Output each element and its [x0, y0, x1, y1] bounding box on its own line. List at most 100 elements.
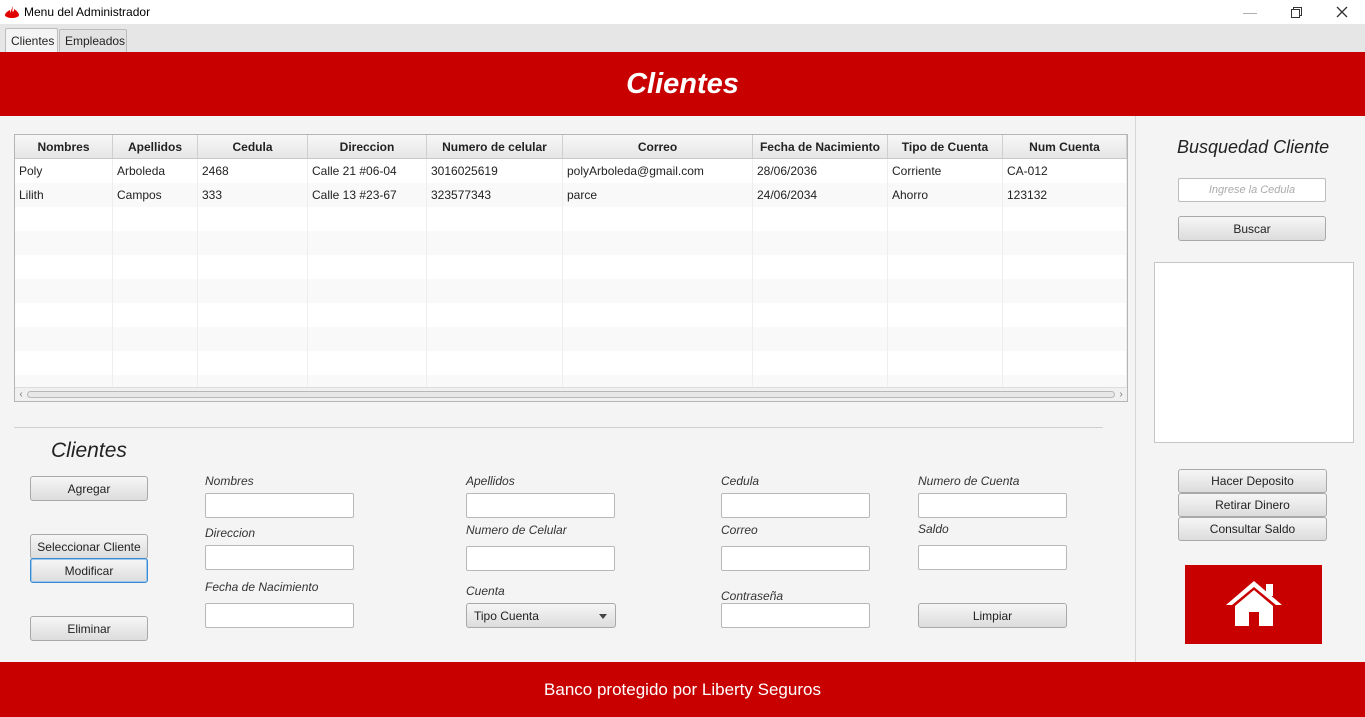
numero-cuenta-input[interactable]: [918, 493, 1067, 518]
table-cell: [753, 303, 888, 327]
eliminar-button[interactable]: Eliminar: [30, 616, 148, 641]
column-header[interactable]: Direccion: [308, 135, 427, 158]
numero-celular-label: Numero de Celular: [466, 523, 567, 537]
minimize-icon[interactable]: —: [1227, 0, 1273, 24]
fecha-nacimiento-label: Fecha de Nacimiento: [205, 580, 319, 594]
scroll-left-icon[interactable]: ‹: [15, 388, 27, 401]
fecha-nacimiento-input[interactable]: [205, 603, 354, 628]
table-cell: [888, 303, 1003, 327]
table-cell: [15, 231, 113, 255]
footer-text: Banco protegido por Liberty Seguros: [544, 679, 821, 699]
close-icon[interactable]: [1319, 0, 1365, 24]
santander-flame-icon: [5, 5, 19, 19]
column-header[interactable]: Numero de celular: [427, 135, 563, 158]
saldo-input[interactable]: [918, 545, 1067, 570]
table-row[interactable]: [15, 279, 1127, 303]
table-cell: polyArboleda@gmail.com: [563, 159, 753, 183]
table-cell: [1003, 303, 1127, 327]
table-cell: [563, 303, 753, 327]
search-title: Busquedad Cliente: [1177, 137, 1330, 157]
column-header[interactable]: Nombres: [15, 135, 113, 158]
scroll-right-icon[interactable]: ›: [1115, 388, 1127, 401]
table-cell: [198, 207, 308, 231]
table-cell: [308, 351, 427, 375]
correo-label: Correo: [721, 523, 758, 537]
column-header[interactable]: Apellidos: [113, 135, 198, 158]
table-cell: parce: [563, 183, 753, 207]
table-cell: [888, 351, 1003, 375]
table-cell: Calle 13 #23-67: [308, 183, 427, 207]
column-header[interactable]: Correo: [563, 135, 753, 158]
table-cell: Lilith: [15, 183, 113, 207]
tipo-cuenta-select[interactable]: Tipo Cuenta: [466, 603, 616, 628]
agregar-button[interactable]: Agregar: [30, 476, 148, 501]
table-cell: [15, 279, 113, 303]
table-cell: [1003, 207, 1127, 231]
table-row[interactable]: Poly Arboleda 2468 Calle 21 #06-04 301602561…: [15, 159, 1127, 183]
table-cell: [1003, 327, 1127, 351]
table-row[interactable]: [15, 255, 1127, 279]
numero-celular-input[interactable]: [466, 546, 615, 571]
contrasena-input[interactable]: [721, 603, 870, 628]
tab-empleados[interactable]: Empleados: [59, 29, 127, 52]
table-cell: Poly: [15, 159, 113, 183]
table-cell: [1003, 351, 1127, 375]
table-cell: [308, 255, 427, 279]
limpiar-button[interactable]: Limpiar: [918, 603, 1067, 628]
table-cell: [888, 231, 1003, 255]
cedula-search-input[interactable]: Ingrese la Cedula: [1178, 178, 1326, 202]
consultar-saldo-button[interactable]: Consultar Saldo: [1178, 517, 1327, 541]
table-cell: [308, 279, 427, 303]
table-cell: 333: [198, 183, 308, 207]
column-header[interactable]: Cedula: [198, 135, 308, 158]
direccion-input[interactable]: [205, 545, 354, 570]
table-cell: [753, 255, 888, 279]
column-header[interactable]: Num Cuenta: [1003, 135, 1127, 158]
table-cell: [1003, 255, 1127, 279]
horizontal-scrollbar[interactable]: ‹ ›: [15, 387, 1127, 401]
table-row[interactable]: [15, 303, 1127, 327]
contrasena-label: Contraseña: [721, 589, 784, 603]
table-cell: [427, 255, 563, 279]
table-row[interactable]: [15, 351, 1127, 375]
table-cell: 24/06/2034: [753, 183, 888, 207]
clients-table[interactable]: Nombres Apellidos Cedula Direccion Numero de…: [14, 134, 1128, 402]
apellidos-label: Apellidos: [466, 474, 515, 488]
table-cell: CA-012: [1003, 159, 1127, 183]
table-cell: [563, 231, 753, 255]
buscar-button[interactable]: Buscar: [1178, 216, 1326, 241]
column-header[interactable]: Tipo de Cuenta: [888, 135, 1003, 158]
table-cell: [427, 207, 563, 231]
table-cell: [427, 279, 563, 303]
table-cell: [113, 231, 198, 255]
tab-bar: Clientes Empleados: [0, 24, 1365, 52]
scrollbar-thumb[interactable]: [27, 391, 1115, 398]
column-header[interactable]: Fecha de Nacimiento: [753, 135, 888, 158]
table-row[interactable]: Lilith Campos 333 Calle 13 #23-67 323577343 p…: [15, 183, 1127, 207]
restore-icon[interactable]: [1273, 0, 1319, 24]
home-button[interactable]: [1185, 565, 1322, 644]
retirar-dinero-button[interactable]: Retirar Dinero: [1178, 493, 1327, 517]
table-cell: [15, 255, 113, 279]
table-cell: [427, 303, 563, 327]
modificar-button[interactable]: Modificar: [30, 558, 148, 583]
table-cell: [427, 351, 563, 375]
table-cell: [753, 231, 888, 255]
table-cell: [15, 303, 113, 327]
cedula-input[interactable]: [721, 493, 870, 518]
table-row[interactable]: [15, 327, 1127, 351]
table-cell: [113, 279, 198, 303]
tab-clientes[interactable]: Clientes: [5, 28, 58, 52]
saldo-label: Saldo: [918, 522, 949, 536]
table-row[interactable]: [15, 207, 1127, 231]
hacer-deposito-button[interactable]: Hacer Deposito: [1178, 469, 1327, 493]
apellidos-input[interactable]: [466, 493, 615, 518]
seleccionar-cliente-button[interactable]: Seleccionar Cliente: [30, 534, 148, 559]
nombres-input[interactable]: [205, 493, 354, 518]
table-row[interactable]: [15, 231, 1127, 255]
table-cell: [113, 207, 198, 231]
table-cell: [888, 255, 1003, 279]
correo-input[interactable]: [721, 546, 870, 571]
table-cell: [888, 207, 1003, 231]
table-cell: [198, 279, 308, 303]
